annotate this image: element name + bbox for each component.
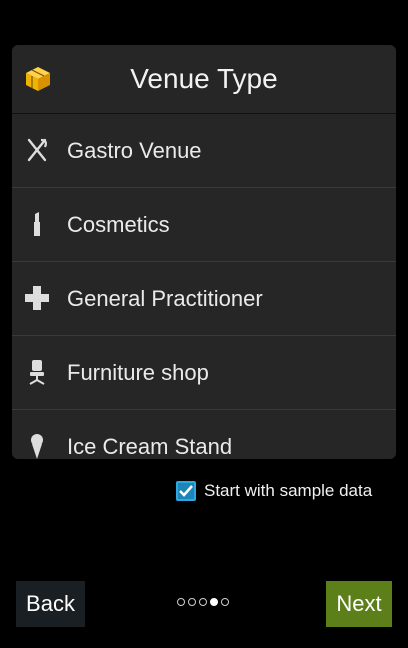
back-button[interactable]: Back bbox=[16, 581, 85, 627]
sample-data-option[interactable]: Start with sample data bbox=[176, 479, 372, 503]
list-item-furniture-shop[interactable]: Furniture shop bbox=[12, 336, 396, 410]
next-button[interactable]: Next bbox=[326, 581, 392, 627]
venue-type-panel: Venue Type Gastro Venue Cosmetics Genera… bbox=[12, 45, 396, 459]
chair-icon bbox=[22, 357, 52, 387]
sample-data-label: Start with sample data bbox=[204, 481, 373, 500]
sample-data-checkbox[interactable] bbox=[176, 481, 196, 501]
lipstick-icon bbox=[22, 209, 52, 239]
page-indicator bbox=[177, 598, 229, 606]
medical-cross-icon bbox=[22, 283, 52, 313]
page-dot bbox=[221, 598, 229, 606]
page-dot bbox=[188, 598, 196, 606]
page-dot bbox=[177, 598, 185, 606]
ice-cream-icon bbox=[22, 431, 52, 459]
list-item-ice-cream-stand[interactable]: Ice Cream Stand bbox=[12, 410, 396, 459]
list-item-gastro-venue[interactable]: Gastro Venue bbox=[12, 114, 396, 188]
page-title: Venue Type bbox=[130, 63, 278, 94]
list-item-label: Ice Cream Stand bbox=[67, 433, 233, 459]
list-item-cosmetics[interactable]: Cosmetics bbox=[12, 188, 396, 262]
venue-type-list[interactable]: Gastro Venue Cosmetics General Practitio… bbox=[12, 114, 396, 459]
page-dot-active bbox=[210, 598, 218, 606]
list-item-label: General Practitioner bbox=[67, 285, 263, 311]
page-dot bbox=[199, 598, 207, 606]
fork-knife-icon bbox=[22, 135, 52, 165]
list-item-label: Gastro Venue bbox=[67, 137, 202, 163]
list-item-general-practitioner[interactable]: General Practitioner bbox=[12, 262, 396, 336]
panel-header: Venue Type bbox=[12, 45, 396, 114]
list-item-label: Furniture shop bbox=[67, 359, 209, 385]
list-item-label: Cosmetics bbox=[67, 211, 170, 237]
cube-icon bbox=[24, 65, 52, 93]
